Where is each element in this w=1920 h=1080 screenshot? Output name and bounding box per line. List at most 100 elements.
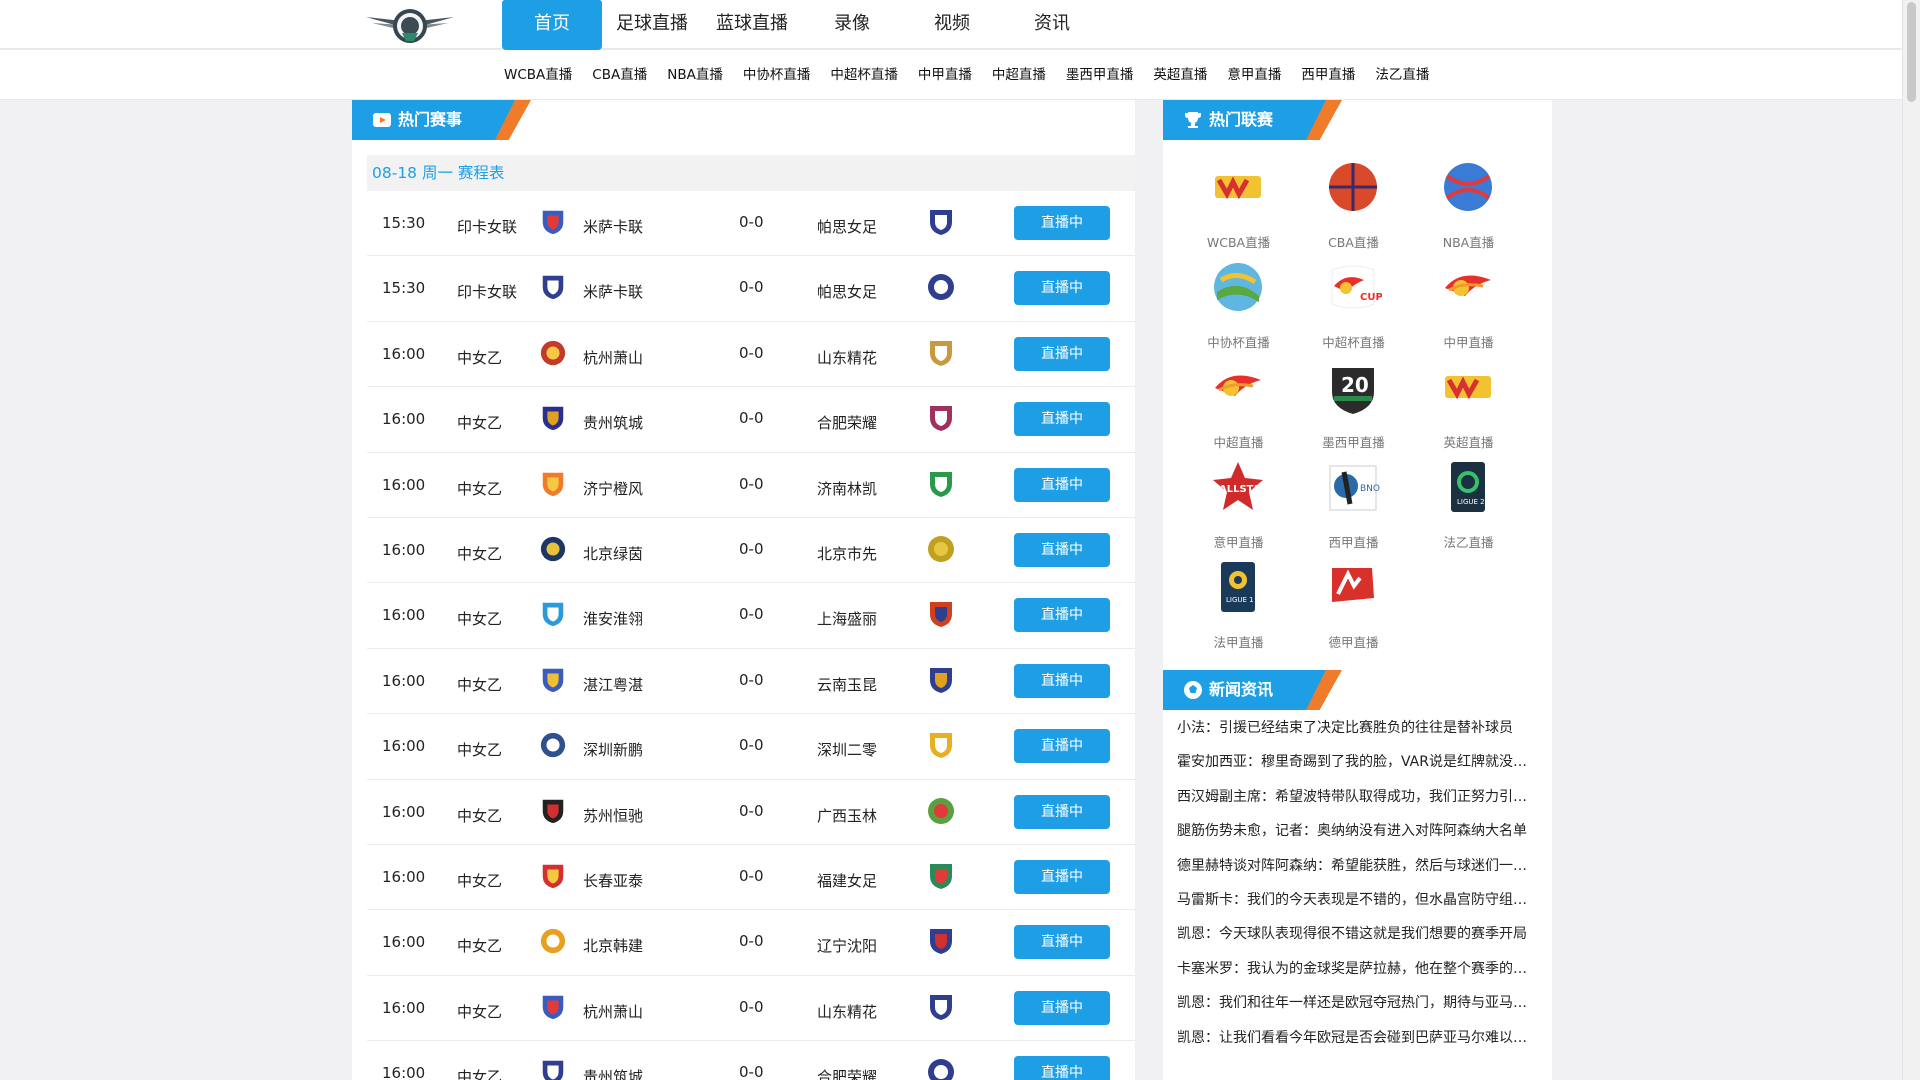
match-row[interactable]: 16:00 中女乙 淮安淮翎 0-0 上海盛丽 直播中 xyxy=(367,583,1135,649)
nav-home[interactable]: 首页 xyxy=(502,0,602,50)
live-button[interactable]: 直播中 xyxy=(1014,925,1110,960)
news-item[interactable]: 霍安加西亚：穆里奇踢到了我的脸，VAR说是红牌就没什么好说的 xyxy=(1177,751,1537,771)
away-team-name[interactable]: 北京市先 xyxy=(817,543,877,564)
news-item[interactable]: 马雷斯卡：我们的今天表现是不错的，但水晶宫防守组织得很好 xyxy=(1177,889,1537,909)
match-league[interactable]: 中女乙 xyxy=(457,935,502,956)
subnav-item[interactable]: 西甲直播 xyxy=(1291,50,1365,100)
match-row[interactable]: 16:00 中女乙 贵州筑城 0-0 合肥荣耀 直播中 xyxy=(367,1041,1135,1080)
news-item[interactable]: 小法：引援已经结束了决定比赛胜负的往往是替补球员 xyxy=(1177,717,1537,737)
home-team-name[interactable]: 米萨卡联 xyxy=(583,216,643,237)
match-row[interactable]: 16:00 中女乙 杭州萧山 0-0 山东精花 直播中 xyxy=(367,322,1135,388)
subnav-item[interactable]: NBA直播 xyxy=(657,50,733,100)
home-team-name[interactable]: 苏州恒驰 xyxy=(583,805,643,826)
match-league[interactable]: 中女乙 xyxy=(457,478,502,499)
match-row[interactable]: 16:00 中女乙 北京韩建 0-0 辽宁沈阳 直播中 xyxy=(367,910,1135,976)
match-league[interactable]: 中女乙 xyxy=(457,608,502,629)
away-team-name[interactable]: 济南林凯 xyxy=(817,478,877,499)
league-link[interactable]: WCBA直播 xyxy=(1181,158,1296,258)
league-link[interactable]: 中甲直播 xyxy=(1411,258,1526,358)
match-row[interactable]: 16:00 中女乙 北京绿茵 0-0 北京市先 直播中 xyxy=(367,518,1135,584)
subnav-item[interactable]: 中协杯直播 xyxy=(733,50,821,100)
away-team-name[interactable]: 合肥荣耀 xyxy=(817,1066,877,1080)
league-link[interactable]: 英超直播 xyxy=(1411,358,1526,458)
match-row[interactable]: 16:00 中女乙 长春亚泰 0-0 福建女足 直播中 xyxy=(367,845,1135,911)
live-button[interactable]: 直播中 xyxy=(1014,402,1110,437)
league-link[interactable]: 德甲直播 xyxy=(1296,558,1411,658)
away-team-name[interactable]: 帕思女足 xyxy=(817,281,877,302)
subnav-item[interactable]: 中甲直播 xyxy=(908,50,982,100)
subnav-item[interactable]: CBA直播 xyxy=(582,50,657,100)
news-item[interactable]: 西汉姆副主席：希望波特带队取得成功，我们正努力引援补强 xyxy=(1177,786,1537,806)
league-link[interactable]: ALLSTAR 意甲直播 xyxy=(1181,458,1296,558)
away-team-name[interactable]: 辽宁沈阳 xyxy=(817,935,877,956)
home-team-name[interactable]: 北京韩建 xyxy=(583,935,643,956)
match-league[interactable]: 中女乙 xyxy=(457,347,502,368)
live-button[interactable]: 直播中 xyxy=(1014,467,1110,502)
away-team-name[interactable]: 广西玉林 xyxy=(817,805,877,826)
match-league[interactable]: 中女乙 xyxy=(457,1066,502,1080)
live-button[interactable]: 直播中 xyxy=(1014,336,1110,371)
match-league[interactable]: 印卡女联 xyxy=(457,216,517,237)
subnav-item[interactable]: 意甲直播 xyxy=(1217,50,1291,100)
nav-football-live[interactable]: 足球直播 xyxy=(602,0,702,50)
league-link[interactable]: 20 墨西甲直播 xyxy=(1296,358,1411,458)
home-team-name[interactable]: 贵州筑城 xyxy=(583,412,643,433)
scrollbar-thumb[interactable] xyxy=(1907,2,1916,102)
match-league[interactable]: 中女乙 xyxy=(457,543,502,564)
live-button[interactable]: 直播中 xyxy=(1014,859,1110,894)
away-team-name[interactable]: 深圳二零 xyxy=(817,739,877,760)
live-button[interactable]: 直播中 xyxy=(1014,206,1110,240)
news-item[interactable]: 德里赫特谈对阵阿森纳：希望能获胜，然后与球迷们一起庆祝 xyxy=(1177,855,1537,875)
news-item[interactable]: 凯恩：我们和往年一样还是欧冠夺冠热门，期待与亚马尔交手 xyxy=(1177,992,1537,1012)
news-item[interactable]: 凯恩：让我们看看今年欧冠是否会碰到巴萨亚马尔难以阻挡 xyxy=(1177,1027,1537,1047)
league-link[interactable]: LIGUE 2 法乙直播 xyxy=(1411,458,1526,558)
home-team-name[interactable]: 湛江粤湛 xyxy=(583,674,643,695)
match-row[interactable]: 16:00 中女乙 杭州萧山 0-0 山东精花 直播中 xyxy=(367,976,1135,1042)
home-team-name[interactable]: 济宁橙风 xyxy=(583,478,643,499)
site-logo[interactable] xyxy=(362,5,458,45)
match-league[interactable]: 中女乙 xyxy=(457,739,502,760)
live-button[interactable]: 直播中 xyxy=(1014,598,1110,633)
home-team-name[interactable]: 北京绿茵 xyxy=(583,543,643,564)
page-scrollbar[interactable] xyxy=(1902,0,1920,1080)
subnav-item[interactable]: 英超直播 xyxy=(1143,50,1217,100)
home-team-name[interactable]: 杭州萧山 xyxy=(583,1001,643,1022)
live-button[interactable]: 直播中 xyxy=(1014,990,1110,1025)
match-row[interactable]: 15:30 印卡女联 米萨卡联 0-0 帕思女足 直播中 xyxy=(367,256,1135,322)
match-row[interactable]: 16:00 中女乙 济宁橙风 0-0 济南林凯 直播中 xyxy=(367,453,1135,518)
match-league[interactable]: 中女乙 xyxy=(457,412,502,433)
match-row[interactable]: 16:00 中女乙 苏州恒驰 0-0 广西玉林 直播中 xyxy=(367,780,1135,845)
home-team-name[interactable]: 长春亚泰 xyxy=(583,870,643,891)
match-row[interactable]: 16:00 中女乙 贵州筑城 0-0 合肥荣耀 直播中 xyxy=(367,387,1135,453)
subnav-item[interactable]: 中超直播 xyxy=(982,50,1056,100)
away-team-name[interactable]: 山东精花 xyxy=(817,1001,877,1022)
home-team-name[interactable]: 杭州萧山 xyxy=(583,347,643,368)
league-link[interactable]: BNO 西甲直播 xyxy=(1296,458,1411,558)
home-team-name[interactable]: 深圳新鹏 xyxy=(583,739,643,760)
subnav-item[interactable]: 中超杯直播 xyxy=(820,50,908,100)
match-row[interactable]: 16:00 中女乙 湛江粤湛 0-0 云南玉昆 直播中 xyxy=(367,649,1135,715)
match-row[interactable]: 16:00 中女乙 深圳新鹏 0-0 深圳二零 直播中 xyxy=(367,714,1135,780)
live-button[interactable]: 直播中 xyxy=(1014,1056,1110,1080)
league-link[interactable]: 中超直播 xyxy=(1181,358,1296,458)
away-team-name[interactable]: 云南玉昆 xyxy=(817,674,877,695)
league-link[interactable]: LIGUE 1 法甲直播 xyxy=(1181,558,1296,658)
home-team-name[interactable]: 淮安淮翎 xyxy=(583,608,643,629)
away-team-name[interactable]: 帕思女足 xyxy=(817,216,877,237)
news-item[interactable]: 腿筋伤势未愈，记者：奥纳纳没有进入对阵阿森纳大名单 xyxy=(1177,820,1537,840)
home-team-name[interactable]: 贵州筑城 xyxy=(583,1066,643,1080)
match-league[interactable]: 中女乙 xyxy=(457,805,502,826)
home-team-name[interactable]: 米萨卡联 xyxy=(583,281,643,302)
live-button[interactable]: 直播中 xyxy=(1014,794,1110,829)
live-button[interactable]: 直播中 xyxy=(1014,532,1110,567)
match-row[interactable]: 15:30 印卡女联 米萨卡联 0-0 帕思女足 直播中 xyxy=(367,191,1135,257)
away-team-name[interactable]: 上海盛丽 xyxy=(817,608,877,629)
away-team-name[interactable]: 福建女足 xyxy=(817,870,877,891)
league-link[interactable]: 中协杯直播 xyxy=(1181,258,1296,358)
league-link[interactable]: NBA直播 xyxy=(1411,158,1526,258)
news-item[interactable]: 卡塞米罗：我认为的金球奖是萨拉赫，他在整个赛季的表现最稳定 xyxy=(1177,958,1537,978)
subnav-item[interactable]: 墨西甲直播 xyxy=(1056,50,1144,100)
live-button[interactable]: 直播中 xyxy=(1014,663,1110,698)
live-button[interactable]: 直播中 xyxy=(1014,729,1110,764)
news-item[interactable]: 凯恩：今天球队表现得很不错这就是我们想要的赛季开局 xyxy=(1177,923,1537,943)
